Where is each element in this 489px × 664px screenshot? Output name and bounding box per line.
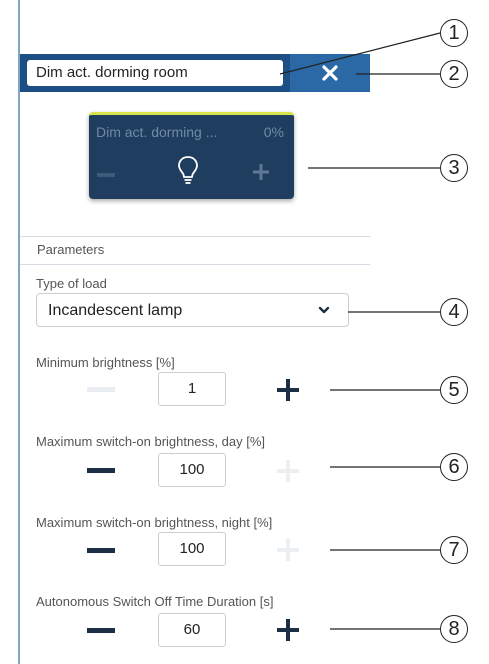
callout-lines (279, 32, 441, 630)
callout-6: 6 (440, 453, 468, 481)
callout-2: 2 (440, 60, 468, 88)
callout-3: 3 (440, 154, 468, 182)
callout-1: 1 (440, 19, 468, 47)
callout-4: 4 (440, 298, 468, 326)
callout-7: 7 (440, 536, 468, 564)
callout-5: 5 (440, 376, 468, 404)
callout-8: 8 (440, 615, 468, 643)
